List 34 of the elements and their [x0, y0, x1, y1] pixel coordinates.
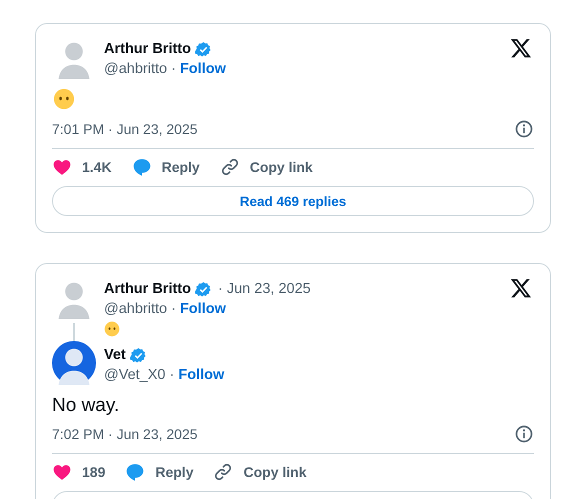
- author-name[interactable]: Arthur Britto: [104, 281, 191, 297]
- like-button[interactable]: 1.4K: [52, 157, 112, 177]
- heart-icon: [52, 462, 72, 482]
- link-icon: [213, 462, 234, 482]
- info-icon[interactable]: [514, 119, 534, 139]
- thread-line: [73, 323, 75, 343]
- reply-button[interactable]: Reply: [125, 462, 194, 482]
- x-logo-icon[interactable]: [510, 277, 532, 299]
- timestamp[interactable]: 7:01 PM · Jun 23, 2025: [52, 121, 198, 137]
- avatar-icon[interactable]: [52, 341, 96, 385]
- reply-button[interactable]: Reply: [132, 157, 200, 177]
- follow-link[interactable]: Follow: [178, 367, 224, 383]
- emoji-icon: [53, 88, 75, 110]
- speech-bubble-icon: [132, 157, 152, 177]
- author-handle[interactable]: @ahbritto ·: [104, 61, 176, 77]
- author-name[interactable]: Arthur Britto: [104, 41, 191, 57]
- author-handle[interactable]: @Vet_X0 ·: [104, 367, 174, 383]
- post-text: No way.: [52, 395, 120, 417]
- heart-icon: [52, 157, 72, 177]
- speech-bubble-icon: [125, 462, 146, 482]
- like-button[interactable]: 189: [52, 462, 106, 482]
- post-date[interactable]: · Jun 23, 2025: [218, 281, 311, 297]
- follow-link[interactable]: Follow: [180, 301, 226, 317]
- link-icon: [220, 157, 240, 177]
- author-name[interactable]: Vet: [104, 347, 126, 363]
- copy-link-button[interactable]: Copy link: [220, 157, 313, 177]
- read-replies-button[interactable]: Read 469 replies: [52, 186, 534, 216]
- copy-link-button[interactable]: Copy link: [213, 462, 306, 482]
- author-handle[interactable]: @ahbritto ·: [104, 301, 176, 317]
- info-icon[interactable]: [514, 424, 534, 444]
- x-logo-icon[interactable]: [510, 37, 532, 59]
- follow-link[interactable]: Follow: [180, 61, 226, 77]
- emoji-icon: [104, 321, 120, 337]
- timestamp[interactable]: 7:02 PM · Jun 23, 2025: [52, 426, 198, 442]
